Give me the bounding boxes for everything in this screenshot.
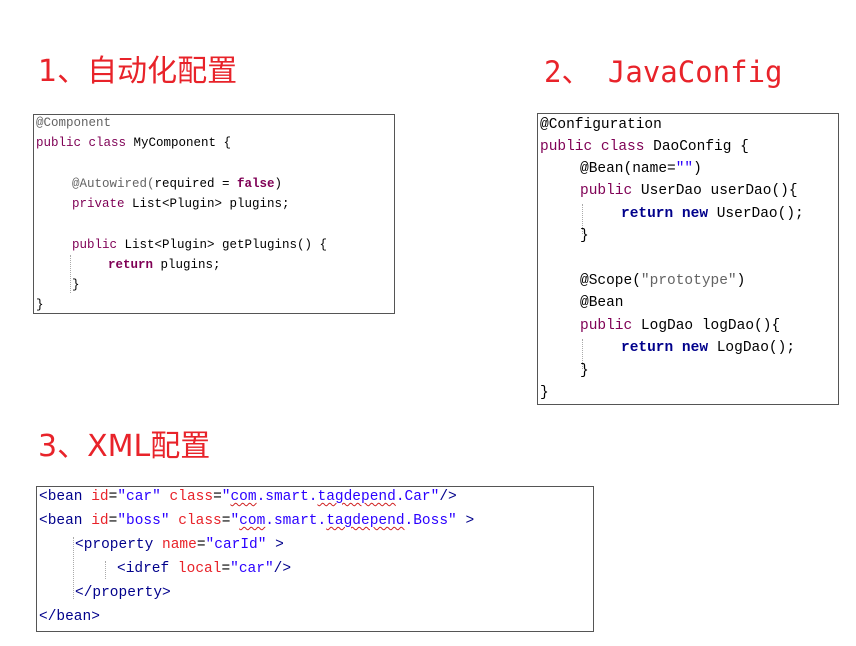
- xml-line: <bean id="boss" class="com.smart.tagdepe…: [39, 513, 475, 529]
- code-line: }: [540, 385, 549, 401]
- code-line: public UserDao userDao(){: [580, 183, 798, 199]
- code-line: return new LogDao();: [621, 340, 796, 356]
- code-line: private List<Plugin> plugins;: [72, 197, 290, 211]
- code-line: }: [580, 228, 589, 244]
- heading-javaconfig: 2、 JavaConfig: [544, 55, 783, 89]
- indent-guide: [73, 537, 74, 599]
- xml-line: </bean>: [39, 609, 100, 625]
- xml-line: <bean id="car" class="com.smart.tagdepen…: [39, 489, 457, 505]
- xml-line: </property>: [75, 585, 171, 601]
- code-line: }: [580, 363, 589, 379]
- code-line: @Component: [36, 116, 112, 130]
- code-line: }: [72, 278, 80, 292]
- code-line: @Configuration: [540, 117, 662, 133]
- heading-xml: 3、XML配置: [38, 429, 211, 464]
- indent-guide: [105, 561, 106, 579]
- kw-public: public class: [36, 136, 134, 150]
- class-name: MyComponent {: [133, 136, 232, 150]
- indent-guide: [70, 255, 71, 293]
- autowire-code-box: @Component public class MyComponent { @A…: [33, 114, 395, 314]
- code-line: @Scope("prototype"): [580, 273, 746, 289]
- code-line: public class DaoConfig {: [540, 139, 749, 155]
- code-line: public List<Plugin> getPlugins() {: [72, 238, 328, 252]
- code-line: }: [36, 298, 44, 312]
- xml-line: <property name="carId" >: [75, 537, 284, 553]
- code-line: @Autowired(required = false): [72, 177, 283, 191]
- code-line: return new UserDao();: [621, 206, 804, 222]
- javaconfig-code-box: @Configuration public class DaoConfig { …: [537, 113, 839, 405]
- code-line: @Bean(name=""): [580, 161, 702, 177]
- heading-autowire: 1、自动化配置: [38, 54, 238, 89]
- code-line: public class MyComponent {: [36, 137, 231, 150]
- code-line: public LogDao logDao(){: [580, 318, 781, 334]
- code-line: @Bean: [580, 295, 624, 311]
- xml-line: <idref local="car"/>: [117, 561, 292, 577]
- code-line: return plugins;: [108, 258, 221, 272]
- xml-code-box: <bean id="car" class="com.smart.tagdepen…: [36, 486, 594, 632]
